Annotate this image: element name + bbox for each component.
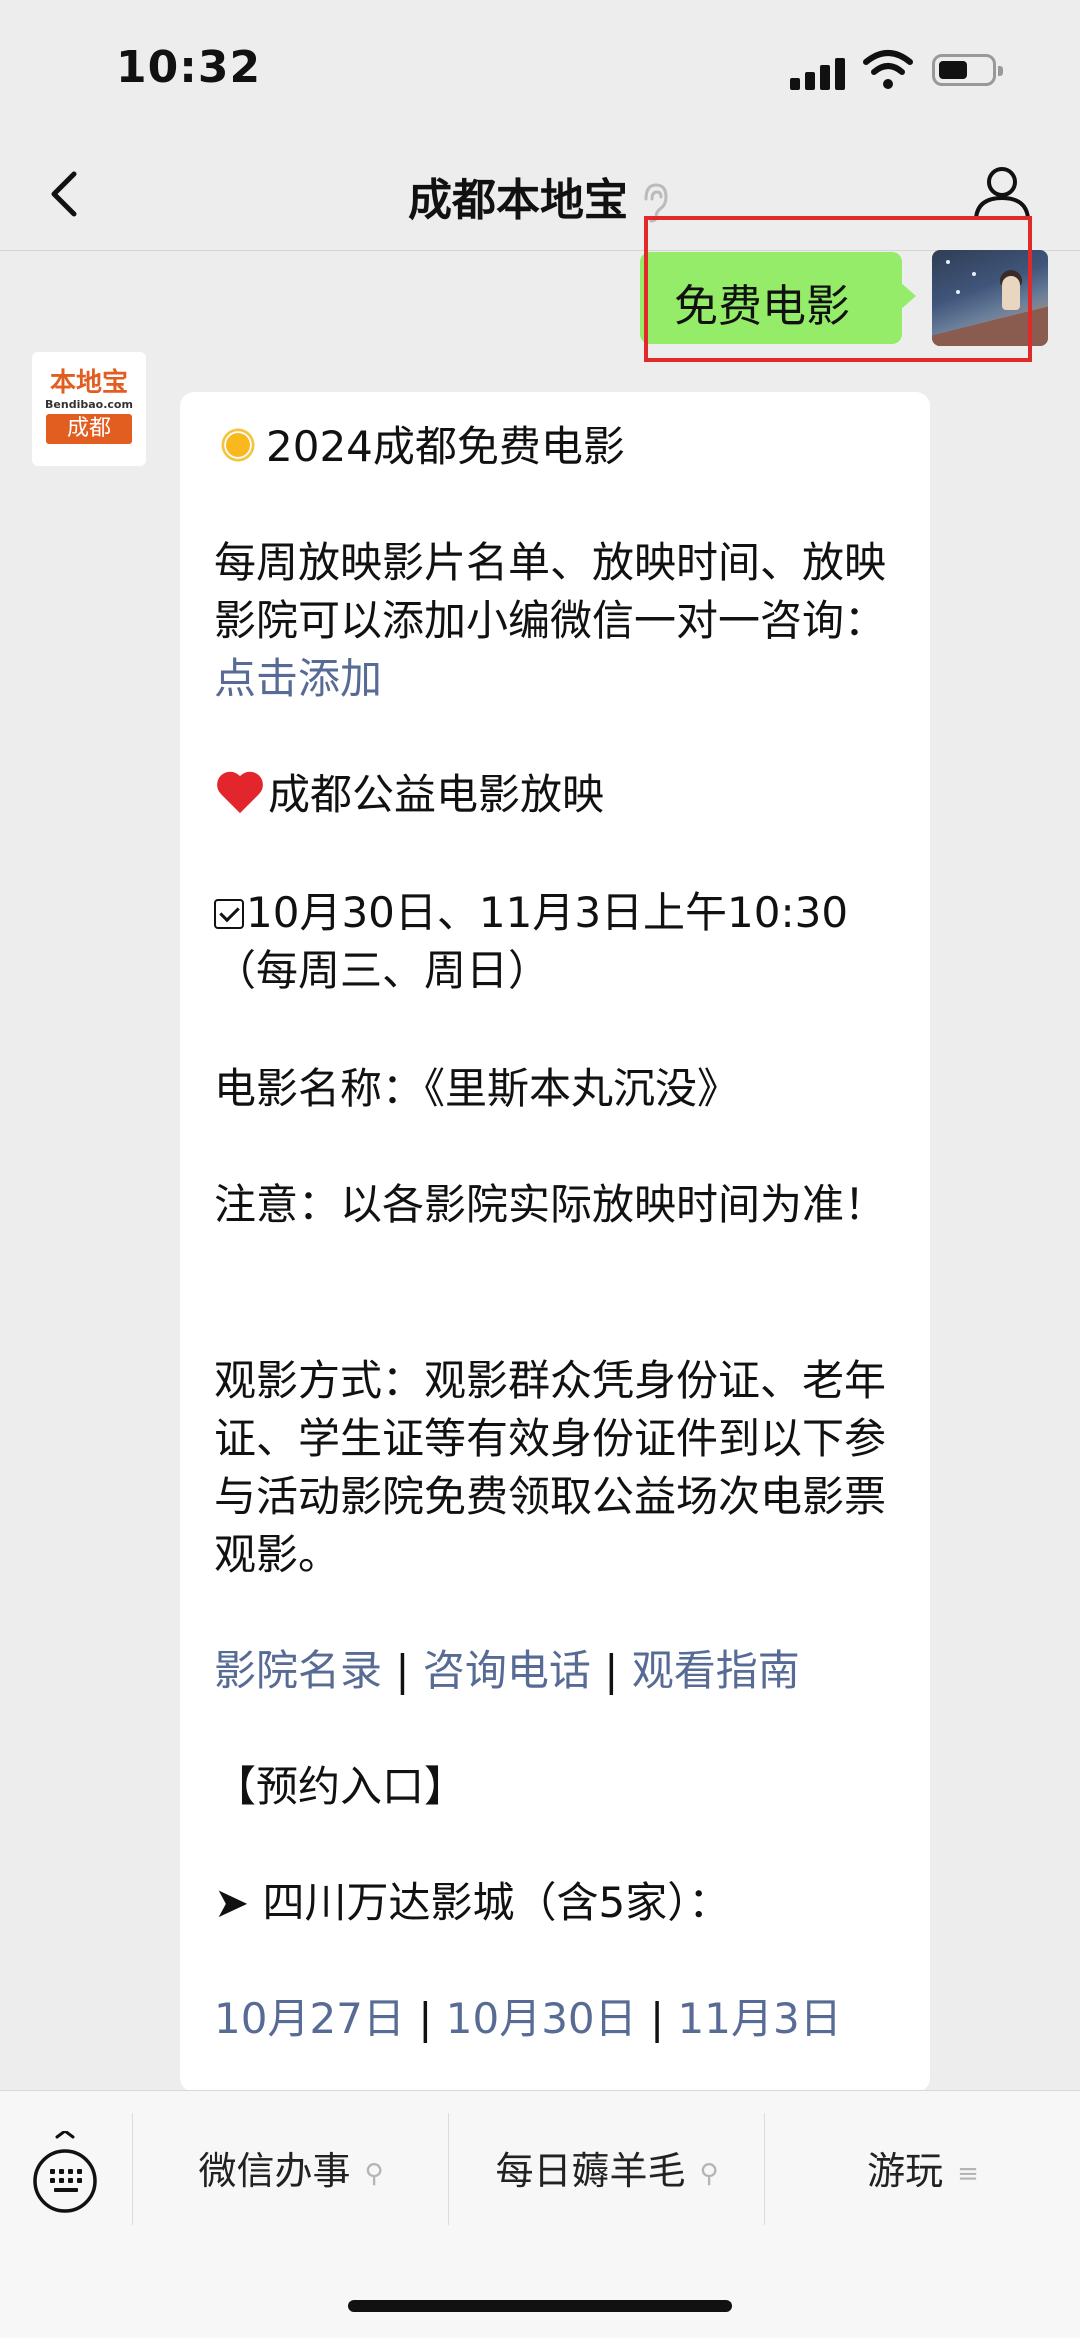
add-contact-link[interactable]: 点击添加: [214, 654, 382, 703]
reply-intro-text: 每周放映影片名单、放映时间、放映影院可以添加小编微信一对一咨询：: [214, 538, 887, 645]
official-account-avatar[interactable]: 本地宝 Bendibao.com 成都: [32, 352, 146, 466]
reply-section-title: 成都公益电影放映: [214, 766, 904, 824]
reply-date-line: 10月30日、11月3日上午10:30（每周三、周日）: [214, 884, 904, 1000]
date-link-oct30[interactable]: 10月30日: [446, 1994, 637, 2043]
chat-title-text: 成都本地宝: [408, 175, 628, 226]
reply-intro: 每周放映影片名单、放映时间、放映影院可以添加小编微信一对一咨询： 点击添加: [214, 534, 904, 708]
submenu-list-icon: ≡: [957, 2159, 979, 2189]
reply-heading-text: 2024成都免费电影: [266, 422, 625, 471]
reply-heading: 2024成都免费电影: [214, 418, 904, 476]
highlight-box: [644, 216, 1032, 362]
menu-item-label: 微信办事: [198, 2149, 351, 2193]
avatar-logo-text: 本地宝: [49, 368, 128, 398]
date-link-nov3[interactable]: 11月3日: [678, 1994, 842, 2043]
link-icon: ⚲: [699, 2159, 719, 2189]
keyboard-toggle-icon[interactable]: [30, 2131, 100, 2215]
reply-note-line: 注意：以各影院实际放映时间为准！: [214, 1180, 887, 1229]
battery-level: [939, 61, 967, 79]
avatar-logo-city: 成都: [46, 414, 132, 444]
booking-title: 【预约入口】: [214, 1762, 467, 1811]
checkbox-icon: [214, 899, 244, 929]
cinema-line: ➤ 四川万达影城（含5家）：: [214, 1878, 731, 1927]
sun-icon: [214, 421, 262, 469]
section-title-text: 成都公益电影放映: [268, 770, 605, 819]
menu-item-daily-deals[interactable]: 每日薅羊毛 ⚲: [450, 2141, 764, 2201]
reply-movie-line: 电影名称：《里斯本丸沉没》: [214, 1064, 740, 1113]
status-bar: 10:32: [0, 0, 1080, 140]
wifi-icon: [863, 50, 913, 89]
battery-icon: [932, 54, 1003, 86]
cellular-signal-icon: [790, 56, 846, 90]
avatar-logo-domain: Bendibao.com: [45, 398, 133, 411]
link-icon: ⚲: [364, 2159, 384, 2189]
menu-item-label: 每日薅羊毛: [495, 2149, 686, 2193]
heart-icon: [214, 769, 266, 817]
reply-method-line: 观影方式：观影群众凭身份证、老年证、学生证等有效身份证件到以下参与活动影院免费领…: [214, 1356, 887, 1579]
status-time: 10:32: [116, 42, 262, 93]
menu-item-wechat-services[interactable]: 微信办事 ⚲: [134, 2141, 448, 2201]
home-indicator[interactable]: [348, 2300, 732, 2312]
consult-phone-link[interactable]: 咨询电话: [423, 1646, 591, 1695]
date-line-text: 10月30日、11月3日上午10:30（每周三、周日）: [214, 888, 849, 995]
date-links-row: 10月27日 | 10月30日 | 11月3日: [214, 1994, 842, 2043]
reply-links-row: 影院名录 | 咨询电话 | 观看指南: [214, 1646, 800, 1695]
menu-item-label: 游玩: [867, 2149, 944, 2193]
viewing-guide-link[interactable]: 观看指南: [632, 1646, 800, 1695]
profile-icon[interactable]: [970, 160, 1034, 224]
cinema-list-link[interactable]: 影院名录: [214, 1646, 382, 1695]
date-link-oct27[interactable]: 10月27日: [214, 1994, 405, 2043]
menu-item-travel[interactable]: 游玩 ≡: [766, 2141, 1080, 2201]
